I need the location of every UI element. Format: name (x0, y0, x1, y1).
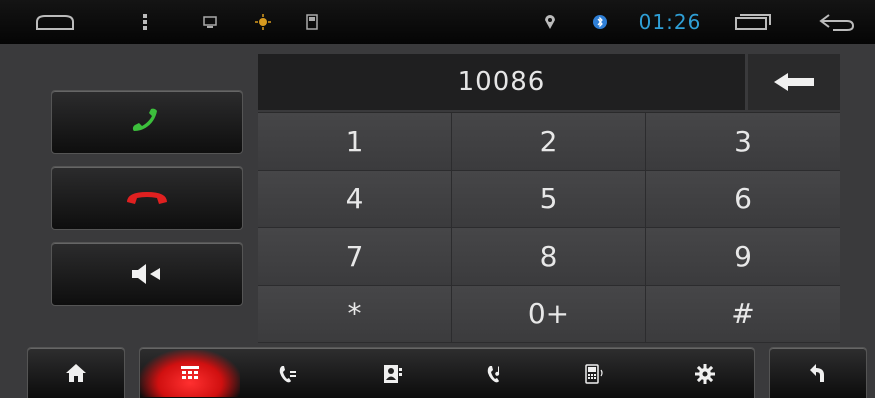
call-log-icon (279, 365, 296, 382)
phone-hangup-icon (127, 192, 167, 204)
hangup-button[interactable] (51, 166, 243, 230)
tab-dialpad[interactable] (140, 350, 240, 397)
key-hash[interactable]: # (646, 285, 840, 343)
home-outline-icon[interactable] (30, 0, 80, 44)
home-button[interactable] (27, 347, 125, 398)
key-8[interactable]: 8 (452, 228, 646, 286)
key-4[interactable]: 4 (258, 170, 452, 228)
menu-dots-icon[interactable] (135, 0, 155, 44)
home-icon (66, 364, 86, 382)
device-signal-icon (585, 363, 603, 384)
phone-call-icon (132, 108, 157, 131)
backspace-button[interactable] (748, 54, 840, 110)
key-0-plus[interactable]: 0+ (452, 285, 646, 343)
call-button[interactable] (51, 90, 243, 154)
dialpad-icon (181, 365, 199, 379)
back-button[interactable] (769, 347, 867, 398)
recent-apps-icon[interactable] (728, 0, 778, 44)
key-5[interactable]: 5 (452, 170, 646, 228)
back-arrow-icon[interactable] (812, 0, 862, 44)
backspace-arrow-icon (774, 73, 814, 91)
tab-settings[interactable] (655, 350, 755, 397)
sd-card-icon (302, 0, 322, 44)
speaker-icon (132, 264, 160, 284)
key-star[interactable]: * (258, 285, 452, 343)
number-display: 10086 (258, 54, 745, 110)
key-6[interactable]: 6 (646, 170, 840, 228)
music-call-icon (487, 365, 500, 382)
contacts-icon (384, 364, 402, 383)
dial-keypad: 1 2 3 4 5 6 7 8 9 * 0+ # (258, 112, 840, 343)
key-9[interactable]: 9 (646, 228, 840, 286)
undo-arrow-icon (810, 364, 824, 382)
gear-icon (695, 363, 715, 384)
key-2[interactable]: 2 (452, 113, 646, 171)
location-icon (540, 0, 560, 44)
bluetooth-icon (590, 0, 610, 44)
status-bar: 01:26 (0, 0, 875, 44)
key-7[interactable]: 7 (258, 228, 452, 286)
tab-call-log[interactable] (238, 350, 338, 397)
screen-icon (200, 0, 220, 44)
brightness-icon (253, 0, 273, 44)
tab-sms[interactable] (546, 350, 646, 397)
clock-time: 01:26 (638, 10, 702, 34)
key-1[interactable]: 1 (258, 113, 452, 171)
tab-music[interactable] (446, 350, 546, 397)
key-3[interactable]: 3 (646, 113, 840, 171)
tab-contacts[interactable] (343, 350, 443, 397)
volume-button[interactable] (51, 242, 243, 306)
